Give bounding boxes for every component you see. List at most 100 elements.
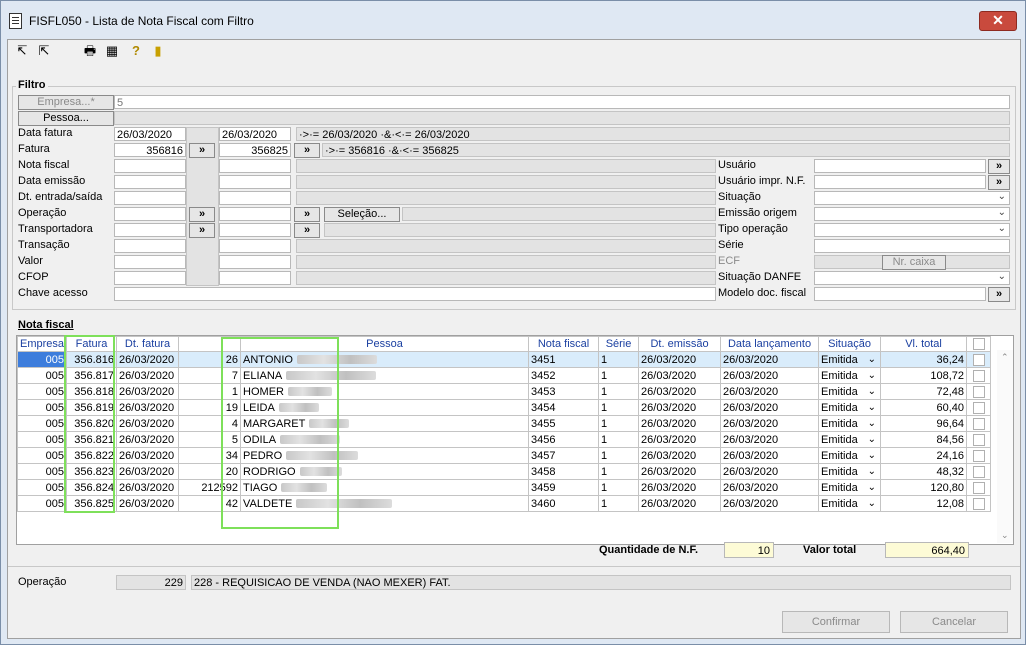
- cell-sit[interactable]: Emitida ⌄: [818, 479, 882, 496]
- cell-total[interactable]: 60,40: [880, 399, 968, 416]
- cell-nf[interactable]: 3459: [528, 479, 600, 496]
- modelo-doc-arrow-button[interactable]: »: [988, 287, 1010, 302]
- operacao-to-arrow-button[interactable]: »: [294, 207, 320, 222]
- cell-nf[interactable]: 3453: [528, 383, 600, 400]
- col-header-codigo[interactable]: [178, 336, 242, 352]
- cell-serie[interactable]: 1: [598, 367, 640, 384]
- table-row[interactable]: 005 356.822 26/03/2020 34 PEDRO 3457 1 26/03/20…: [17, 447, 992, 464]
- transportadora-to[interactable]: [219, 223, 291, 237]
- cell-sit[interactable]: Emitida ⌄: [818, 415, 882, 432]
- cell-nf[interactable]: 3456: [528, 431, 600, 448]
- row-checkbox[interactable]: [966, 399, 992, 416]
- grid-config-icon[interactable]: ▦: [104, 43, 120, 59]
- cell-dt[interactable]: 26/03/2020: [116, 415, 180, 432]
- cell-dt[interactable]: 26/03/2020: [116, 399, 180, 416]
- cell-empresa[interactable]: 005: [17, 399, 68, 416]
- cell-empresa[interactable]: 005: [17, 495, 68, 512]
- empresa-button[interactable]: Empresa...*: [18, 95, 114, 110]
- situacao-cell-select[interactable]: Emitida ⌄: [821, 450, 878, 462]
- cell-emissao[interactable]: 26/03/2020: [638, 351, 722, 368]
- cell-cod[interactable]: 26: [178, 351, 242, 368]
- empresa-field[interactable]: 5: [114, 95, 1010, 109]
- cell-lanc[interactable]: 26/03/2020: [720, 399, 820, 416]
- cell-emissao[interactable]: 26/03/2020: [638, 415, 722, 432]
- cell-total[interactable]: 120,80: [880, 479, 968, 496]
- emissao-origem-select[interactable]: ⌄: [814, 207, 1010, 221]
- col-header-dt-emissao[interactable]: Dt. emissão: [638, 336, 722, 352]
- cell-serie[interactable]: 1: [598, 447, 640, 464]
- cell-sit[interactable]: Emitida ⌄: [818, 399, 882, 416]
- cell-empresa[interactable]: 005: [17, 479, 68, 496]
- col-header-fatura[interactable]: Fatura: [66, 336, 118, 352]
- cell-pessoa[interactable]: MARGARET: [240, 415, 530, 432]
- cell-fatura[interactable]: 356.818: [66, 383, 118, 400]
- cell-lanc[interactable]: 26/03/2020: [720, 463, 820, 480]
- cell-nf[interactable]: 3458: [528, 463, 600, 480]
- cell-serie[interactable]: 1: [598, 351, 640, 368]
- data-fatura-from[interactable]: 26/03/2020: [114, 127, 186, 141]
- modelo-doc-field[interactable]: [814, 287, 986, 301]
- operacao-from[interactable]: [114, 207, 186, 221]
- select-all-checkbox[interactable]: [966, 336, 992, 352]
- cell-emissao[interactable]: 26/03/2020: [638, 447, 722, 464]
- transportadora-from[interactable]: [114, 223, 186, 237]
- cell-emissao[interactable]: 26/03/2020: [638, 431, 722, 448]
- cell-nf[interactable]: 3451: [528, 351, 600, 368]
- cell-sit[interactable]: Emitida ⌄: [818, 383, 882, 400]
- cancelar-button[interactable]: Cancelar: [900, 611, 1008, 633]
- cell-emissao[interactable]: 26/03/2020: [638, 495, 722, 512]
- cell-fatura[interactable]: 356.825: [66, 495, 118, 512]
- col-header-nota-fiscal[interactable]: Nota fiscal: [528, 336, 600, 352]
- usuario-impr-field[interactable]: [814, 175, 986, 189]
- confirmar-button[interactable]: Confirmar: [782, 611, 890, 633]
- situacao-cell-select[interactable]: Emitida ⌄: [821, 466, 878, 478]
- row-checkbox[interactable]: [966, 447, 992, 464]
- cell-serie[interactable]: 1: [598, 479, 640, 496]
- situacao-cell-select[interactable]: Emitida ⌄: [821, 434, 878, 446]
- dt-entrada-from[interactable]: [114, 191, 186, 205]
- cell-total[interactable]: 24,16: [880, 447, 968, 464]
- dt-entrada-to[interactable]: [219, 191, 291, 205]
- nota-fiscal-to[interactable]: [219, 159, 291, 173]
- cell-nf[interactable]: 3457: [528, 447, 600, 464]
- cell-total[interactable]: 96,64: [880, 415, 968, 432]
- cell-cod[interactable]: 19: [178, 399, 242, 416]
- cell-nf[interactable]: 3452: [528, 367, 600, 384]
- cell-dt[interactable]: 26/03/2020: [116, 383, 180, 400]
- table-row[interactable]: 005 356.820 26/03/2020 4 MARGARET 3455 1 26/03/…: [17, 415, 992, 432]
- col-header-pessoa[interactable]: Pessoa: [240, 336, 530, 352]
- cell-pessoa[interactable]: VALDETE: [240, 495, 530, 512]
- cell-emissao[interactable]: 26/03/2020: [638, 479, 722, 496]
- col-header-dt-fatura[interactable]: Dt. fatura: [116, 336, 180, 352]
- cell-lanc[interactable]: 26/03/2020: [720, 383, 820, 400]
- exit-icon[interactable]: ▮: [150, 43, 166, 59]
- cell-emissao[interactable]: 26/03/2020: [638, 383, 722, 400]
- table-row[interactable]: 005 356.816 26/03/2020 26 ANTONIO 3451 1 26/03/…: [17, 351, 992, 368]
- cell-empresa[interactable]: 005: [17, 447, 68, 464]
- cell-serie[interactable]: 1: [598, 463, 640, 480]
- col-header-vl-total[interactable]: Vl. total: [880, 336, 968, 352]
- cell-lanc[interactable]: 26/03/2020: [720, 447, 820, 464]
- situacao-cell-select[interactable]: Emitida ⌄: [821, 370, 878, 382]
- cell-dt[interactable]: 26/03/2020: [116, 495, 180, 512]
- cell-pessoa[interactable]: PEDRO: [240, 447, 530, 464]
- cell-cod[interactable]: 5: [178, 431, 242, 448]
- cell-total[interactable]: 72,48: [880, 383, 968, 400]
- fatura-to[interactable]: 356825: [219, 143, 291, 157]
- fatura-arrow-button[interactable]: »: [189, 143, 215, 158]
- transportadora-arrow-button[interactable]: »: [189, 223, 215, 238]
- table-row[interactable]: 005 356.819 26/03/2020 19 LEIDA 3454 1 26/03/20…: [17, 399, 992, 416]
- situacao-select[interactable]: ⌄: [814, 191, 1010, 205]
- cell-total[interactable]: 108,72: [880, 367, 968, 384]
- cell-empresa[interactable]: 005: [17, 431, 68, 448]
- help-icon[interactable]: ?: [128, 43, 144, 59]
- fatura-from[interactable]: 356816: [114, 143, 186, 157]
- cell-lanc[interactable]: 26/03/2020: [720, 415, 820, 432]
- cell-empresa[interactable]: 005: [17, 367, 68, 384]
- situacao-cell-select[interactable]: Emitida ⌄: [821, 498, 878, 510]
- transportadora-to-arrow-button[interactable]: »: [294, 223, 320, 238]
- cell-cod[interactable]: 42: [178, 495, 242, 512]
- cfop-to[interactable]: [219, 271, 291, 285]
- cell-lanc[interactable]: 26/03/2020: [720, 367, 820, 384]
- situacao-cell-select[interactable]: Emitida ⌄: [821, 418, 878, 430]
